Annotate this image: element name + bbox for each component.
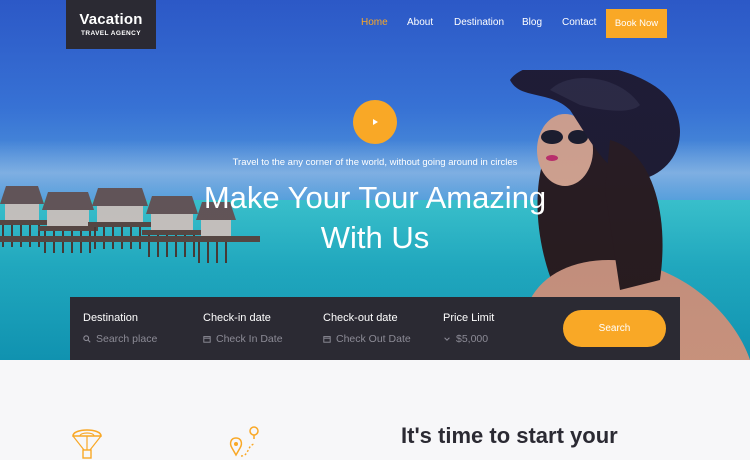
nav-item-home[interactable]: Home bbox=[361, 17, 388, 28]
price-field[interactable]: Price Limit $5,000 bbox=[443, 312, 494, 345]
nav-item-blog[interactable]: Blog bbox=[522, 17, 542, 28]
hero-headline-line2: With Us bbox=[320, 220, 430, 255]
calendar-icon bbox=[203, 336, 211, 343]
checkout-label: Check-out date bbox=[323, 312, 398, 324]
checkin-placeholder: Check In Date bbox=[216, 333, 283, 345]
nav-item-contact[interactable]: Contact bbox=[562, 17, 596, 28]
chevron-down-icon bbox=[444, 337, 450, 341]
hero-headline: Make Your Tour Amazing With Us bbox=[175, 178, 575, 258]
paraglider-icon bbox=[72, 429, 102, 459]
book-now-button[interactable]: Book Now bbox=[606, 9, 667, 38]
play-icon bbox=[373, 119, 378, 125]
logo-subtitle: TRAVEL AGENCY bbox=[81, 30, 141, 37]
section-title: It's time to start your bbox=[401, 423, 618, 448]
destination-placeholder: Search place bbox=[96, 333, 158, 345]
map-route-icon bbox=[229, 426, 259, 457]
destination-field[interactable]: Destination Search place bbox=[83, 312, 157, 345]
logo-title: Vacation bbox=[79, 11, 143, 28]
price-select[interactable]: $5,000 bbox=[443, 333, 494, 345]
search-button[interactable]: Search bbox=[563, 310, 666, 347]
checkout-input[interactable]: Check Out Date bbox=[323, 333, 411, 345]
hero-headline-line1: Make Your Tour Amazing bbox=[203, 180, 547, 215]
nav-item-destination[interactable]: Destination bbox=[454, 17, 504, 28]
checkin-field[interactable]: Check-in date Check In Date bbox=[203, 312, 283, 345]
play-video-button[interactable] bbox=[353, 100, 397, 144]
price-label: Price Limit bbox=[443, 312, 495, 324]
calendar-icon bbox=[323, 336, 331, 343]
checkout-placeholder: Check Out Date bbox=[336, 333, 411, 345]
destination-label: Destination bbox=[83, 312, 139, 324]
site-logo[interactable]: Vacation TRAVEL AGENCY bbox=[66, 0, 156, 49]
checkin-label: Check-in date bbox=[203, 312, 271, 324]
nav-item-about[interactable]: About bbox=[407, 17, 433, 28]
checkin-input[interactable]: Check In Date bbox=[203, 333, 283, 345]
price-value: $5,000 bbox=[456, 333, 489, 345]
hero-tagline: Travel to the any corner of the world, w… bbox=[232, 157, 518, 168]
checkout-field[interactable]: Check-out date Check Out Date bbox=[323, 312, 411, 345]
search-icon bbox=[83, 335, 91, 343]
destination-input[interactable]: Search place bbox=[83, 333, 157, 345]
